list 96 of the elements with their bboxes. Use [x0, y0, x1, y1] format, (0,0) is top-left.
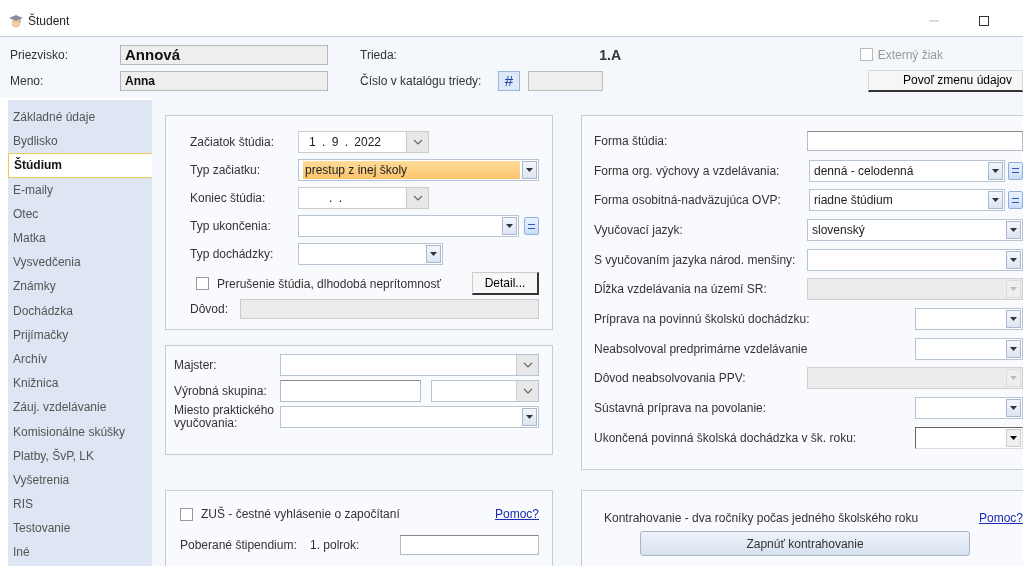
dropdown[interactable]: slovenský [807, 218, 1023, 241]
text-field[interactable] [807, 130, 1023, 151]
sidebar-item[interactable]: Štúdium [8, 153, 152, 178]
caret-icon [1010, 346, 1017, 351]
sidebar-item[interactable]: Vysvedčenia [8, 250, 152, 275]
sidebar-item[interactable]: Známky [8, 274, 152, 299]
sidebar-item[interactable]: RIS [8, 492, 152, 517]
caret-icon [526, 168, 533, 172]
dropdown[interactable]: riadne štúdium [809, 189, 1005, 212]
sidebar-item[interactable]: Platby, ŠvP, LK [8, 443, 152, 468]
field-label: Miesto praktického vyučovania: [174, 404, 276, 430]
field-label: Typ ukončenia: [190, 219, 272, 233]
reason-label: Dôvod: [190, 302, 229, 316]
first-term-label: 1. polrok: [310, 538, 361, 552]
chevron-icon [522, 362, 533, 368]
dropdown[interactable] [915, 426, 1023, 449]
window-title: Študent [28, 14, 71, 28]
caret-icon [1010, 257, 1017, 262]
sidebar-item[interactable]: Komisionálne skúšky [8, 419, 152, 444]
caret-icon [526, 415, 533, 419]
list-edit-button[interactable] [1008, 191, 1023, 210]
sidebar-item[interactable]: Bydlisko [8, 129, 152, 154]
class-label: Trieda: [360, 47, 398, 62]
field-label: Dôvod neabsolvovania PPV: [594, 371, 746, 386]
sidebar-item[interactable]: Záuj. vzdelávanie [8, 395, 152, 420]
maximize-icon[interactable] [979, 16, 989, 26]
help-link[interactable]: Pomoc? [978, 511, 1023, 525]
field-label: Typ začiatku: [190, 163, 262, 177]
sidebar-item[interactable]: Otec [8, 201, 152, 226]
list-edit-button[interactable] [524, 217, 539, 235]
sidebar-item[interactable]: Iné [8, 540, 152, 565]
caret-icon [1010, 435, 1017, 440]
equals-icon [528, 223, 535, 229]
dropdown[interactable]: prestup z inej školy [298, 159, 539, 181]
allow-edit-button[interactable]: Povoľ zmenu údajov [868, 69, 1023, 92]
field-label: Vyučovací jazyk: [594, 222, 683, 237]
caret-icon [506, 224, 513, 228]
catalog-number-label: Číslo v katalógu triedy: [360, 73, 483, 88]
art-school-declaration-checkbox[interactable]: ZUŠ - čestné vyhlásenie o započítaní [180, 507, 400, 521]
sidebar-item[interactable]: Základné údaje [8, 105, 152, 130]
acceleration-text: Kontrahovanie - dva ročníky počas jedného školského roku [604, 511, 919, 525]
sidebar-item[interactable]: Archív [8, 346, 152, 372]
sidebar-item[interactable]: Matka [8, 225, 152, 251]
equals-icon [1012, 197, 1019, 203]
text-field[interactable] [280, 380, 421, 402]
caret-icon [1010, 376, 1017, 381]
surname-field: Annová [120, 44, 328, 65]
student-cap-icon [9, 14, 23, 28]
field-label: Výrobná skupina: [174, 384, 268, 398]
field-label: Forma štúdia: [594, 133, 668, 148]
first-name-label: Meno: [10, 73, 45, 88]
field-label: Forma osobitná-nadväzujúca OVP: [594, 193, 781, 208]
field-label: S vyučovaním jazyka národ. menšiny: [594, 252, 796, 267]
sidebar-item[interactable]: Vyšetrenia [8, 467, 152, 492]
caret-icon [1010, 406, 1017, 411]
caret-icon [430, 252, 437, 256]
stipend-label: Poberané štipendium: [180, 538, 298, 552]
equals-icon [1012, 168, 1019, 174]
field-label: Sústavná príprava na povolanie: [594, 401, 767, 416]
list-edit-button[interactable] [1008, 161, 1023, 180]
dropdown[interactable]: denná - celodenná [809, 159, 1005, 182]
chevron-icon [522, 388, 533, 394]
interruption-checkbox[interactable]: Prerušenie štúdia, dlhodobá neprítomnosť [196, 276, 441, 291]
field-label: Forma org. výchovy a vzdelávania: [594, 163, 780, 178]
caret-icon [992, 168, 999, 173]
field-label: Neabsolvoval predprimárne vzdelávanie [594, 341, 808, 356]
first-name-field: Anna [120, 70, 328, 91]
surname-label: Priezvisko: [10, 47, 69, 62]
field-label: Dĺžka vzdelávania na území SR: [594, 282, 767, 297]
field-label: Typ dochádzky: [190, 247, 275, 261]
catalog-number-button[interactable]: # [498, 70, 520, 91]
help-link[interactable]: Pomoc? [494, 507, 539, 521]
enable-acceleration-button[interactable]: Zapnúť kontrahovanie [640, 531, 970, 556]
field-label: Začiatok štúdia: [190, 135, 276, 149]
sidebar-item[interactable]: Dochádzka [8, 298, 152, 323]
minimize-icon[interactable] [929, 20, 939, 22]
detail-button[interactable]: Detail... [472, 272, 539, 295]
first-term-field[interactable] [400, 535, 539, 555]
sidebar-item[interactable]: Knižnica [8, 371, 152, 396]
caret-icon [1010, 316, 1017, 321]
date-picker[interactable]: 1 . 9 . 2022 [298, 131, 429, 153]
caret-icon [992, 198, 999, 203]
caret-icon [1010, 287, 1017, 292]
sidebar-item[interactable]: Testovanie [8, 516, 152, 541]
chevron-icon [412, 195, 423, 201]
class-value: 1.A [599, 46, 621, 63]
field-label: Koniec štúdia: [190, 191, 267, 205]
caret-icon [1010, 227, 1017, 232]
chevron-icon [412, 139, 423, 145]
field-label: Ukončená povinná školská dochádzka v šk. roku: [594, 430, 857, 445]
catalog-number-field[interactable] [528, 70, 603, 91]
sidebar-item[interactable]: E-maily [8, 177, 152, 202]
field-label: Príprava na povinnú školskú dochádzku: [594, 311, 810, 326]
field-label: Majster: [174, 358, 218, 372]
date-picker[interactable]: . . [298, 187, 429, 209]
sidebar-item[interactable]: Prijímačky [8, 322, 152, 347]
